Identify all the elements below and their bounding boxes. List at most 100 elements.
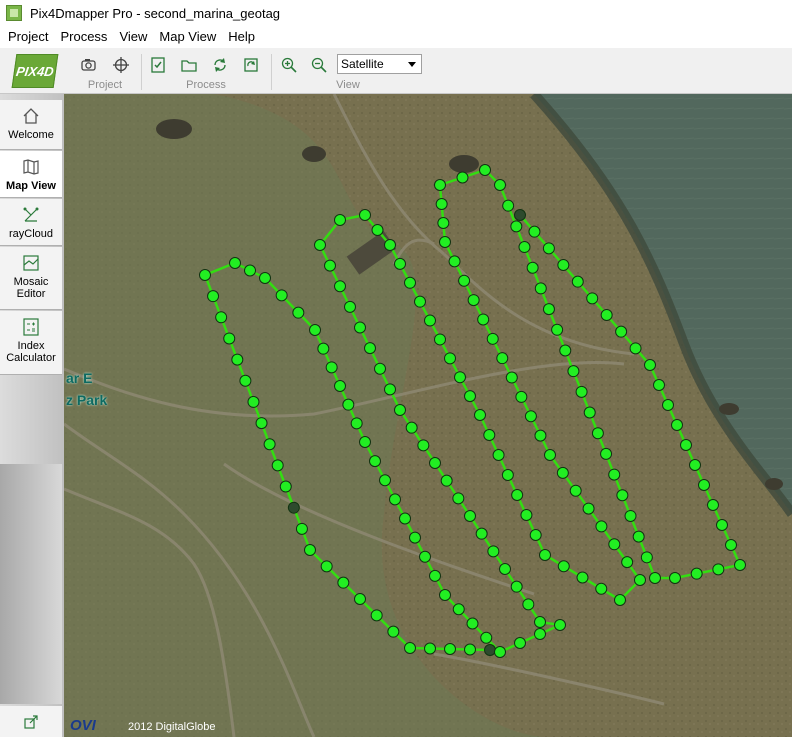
- photo-position-marker[interactable]: [215, 311, 228, 324]
- photo-position-marker[interactable]: [414, 295, 426, 308]
- photo-position-marker[interactable]: [439, 589, 451, 601]
- photo-position-marker[interactable]: [287, 501, 300, 514]
- photo-position-marker[interactable]: [334, 380, 346, 392]
- photo-position-marker[interactable]: [374, 362, 386, 375]
- photo-position-marker[interactable]: [518, 241, 531, 254]
- photo-position-marker[interactable]: [370, 609, 383, 622]
- zoom-in-icon[interactable]: [278, 54, 300, 76]
- photo-position-marker[interactable]: [514, 209, 526, 221]
- photo-position-marker[interactable]: [520, 509, 533, 521]
- photo-position-marker[interactable]: [567, 365, 580, 378]
- photo-position-marker[interactable]: [452, 492, 465, 505]
- photo-position-marker[interactable]: [229, 257, 241, 269]
- photo-position-marker[interactable]: [369, 455, 381, 468]
- photo-position-marker[interactable]: [615, 325, 628, 338]
- map-view[interactable]: ar E z Park OVI 2012 DigitalGlobe: [64, 94, 792, 737]
- photo-position-marker[interactable]: [501, 469, 514, 481]
- photo-position-marker[interactable]: [452, 603, 465, 616]
- photo-position-marker[interactable]: [314, 239, 326, 251]
- photo-position-marker[interactable]: [689, 459, 701, 471]
- photo-position-marker[interactable]: [324, 259, 336, 272]
- photo-position-marker[interactable]: [496, 352, 509, 365]
- photo-position-marker[interactable]: [464, 510, 476, 522]
- photo-position-marker[interactable]: [259, 272, 271, 284]
- photo-position-marker[interactable]: [320, 560, 333, 573]
- photo-position-marker[interactable]: [424, 314, 436, 327]
- photo-position-marker[interactable]: [624, 509, 637, 522]
- photo-position-marker[interactable]: [444, 352, 456, 365]
- photo-position-marker[interactable]: [575, 385, 588, 398]
- photo-position-marker[interactable]: [354, 593, 366, 605]
- photo-position-marker[interactable]: [640, 551, 653, 564]
- menu-process[interactable]: Process: [54, 26, 113, 48]
- photo-position-marker[interactable]: [511, 489, 524, 501]
- photo-position-marker[interactable]: [199, 269, 211, 281]
- photo-position-marker[interactable]: [671, 419, 683, 431]
- photo-position-marker[interactable]: [344, 300, 356, 313]
- photo-position-marker[interactable]: [464, 390, 476, 403]
- photo-position-marker[interactable]: [467, 294, 480, 307]
- photo-position-marker[interactable]: [502, 199, 515, 212]
- photo-position-marker[interactable]: [586, 292, 599, 305]
- photo-position-marker[interactable]: [569, 484, 582, 497]
- photo-position-marker[interactable]: [325, 361, 338, 374]
- photo-position-marker[interactable]: [608, 538, 621, 551]
- photo-position-marker[interactable]: [304, 544, 316, 556]
- photo-position-marker[interactable]: [429, 457, 441, 469]
- photo-position-marker[interactable]: [680, 439, 692, 451]
- photo-position-marker[interactable]: [644, 359, 656, 371]
- basemap-select[interactable]: Satellite: [337, 54, 422, 74]
- photo-position-marker[interactable]: [437, 217, 450, 229]
- photo-position-marker[interactable]: [621, 556, 634, 569]
- photo-position-marker[interactable]: [389, 493, 401, 506]
- photo-position-marker[interactable]: [309, 324, 321, 336]
- photo-position-marker[interactable]: [440, 474, 453, 487]
- photo-position-marker[interactable]: [271, 459, 284, 472]
- photo-position-marker[interactable]: [474, 409, 486, 421]
- photo-position-marker[interactable]: [435, 198, 448, 210]
- photo-position-marker[interactable]: [247, 395, 260, 408]
- photo-position-marker[interactable]: [515, 390, 528, 403]
- photo-position-marker[interactable]: [539, 549, 551, 561]
- satellite-map[interactable]: [64, 94, 792, 737]
- photo-position-marker[interactable]: [534, 429, 547, 442]
- photo-position-marker[interactable]: [725, 539, 737, 551]
- photo-position-marker[interactable]: [419, 550, 431, 563]
- photo-position-marker[interactable]: [404, 276, 416, 289]
- photo-position-marker[interactable]: [454, 371, 466, 384]
- photo-position-marker[interactable]: [387, 625, 400, 638]
- photo-position-marker[interactable]: [690, 567, 703, 580]
- photo-position-marker[interactable]: [480, 631, 493, 644]
- photo-position-marker[interactable]: [295, 522, 308, 535]
- photo-position-marker[interactable]: [417, 439, 430, 452]
- photo-position-marker[interactable]: [649, 572, 661, 584]
- photo-position-marker[interactable]: [350, 417, 363, 430]
- photo-position-marker[interactable]: [384, 383, 396, 396]
- reoptimize-icon[interactable]: [240, 54, 262, 76]
- photo-position-marker[interactable]: [448, 255, 461, 268]
- photo-position-marker[interactable]: [263, 438, 276, 451]
- sidebar-item-mosaic-editor[interactable]: Mosaic Editor: [0, 247, 62, 310]
- photo-position-marker[interactable]: [434, 333, 446, 346]
- photo-position-marker[interactable]: [524, 410, 537, 423]
- menu-map-view[interactable]: Map View: [153, 26, 222, 48]
- gps-target-icon[interactable]: [110, 54, 132, 76]
- photo-position-marker[interactable]: [514, 637, 526, 649]
- photo-position-marker[interactable]: [487, 545, 500, 558]
- photo-position-marker[interactable]: [583, 406, 596, 419]
- photo-position-marker[interactable]: [483, 429, 496, 441]
- photo-position-marker[interactable]: [399, 512, 411, 525]
- photo-position-marker[interactable]: [499, 563, 511, 575]
- sidebar-item-welcome[interactable]: Welcome: [0, 100, 62, 150]
- photo-position-marker[interactable]: [591, 427, 604, 440]
- photo-position-marker[interactable]: [576, 571, 589, 584]
- photo-position-marker[interactable]: [557, 259, 570, 271]
- photo-position-marker[interactable]: [632, 530, 645, 543]
- photo-position-marker[interactable]: [334, 214, 346, 226]
- photo-position-marker[interactable]: [255, 417, 268, 430]
- photo-position-marker[interactable]: [634, 574, 646, 586]
- photo-position-marker[interactable]: [317, 342, 330, 355]
- photo-position-marker[interactable]: [534, 282, 547, 295]
- photo-position-marker[interactable]: [662, 399, 674, 411]
- photo-position-marker[interactable]: [629, 342, 642, 355]
